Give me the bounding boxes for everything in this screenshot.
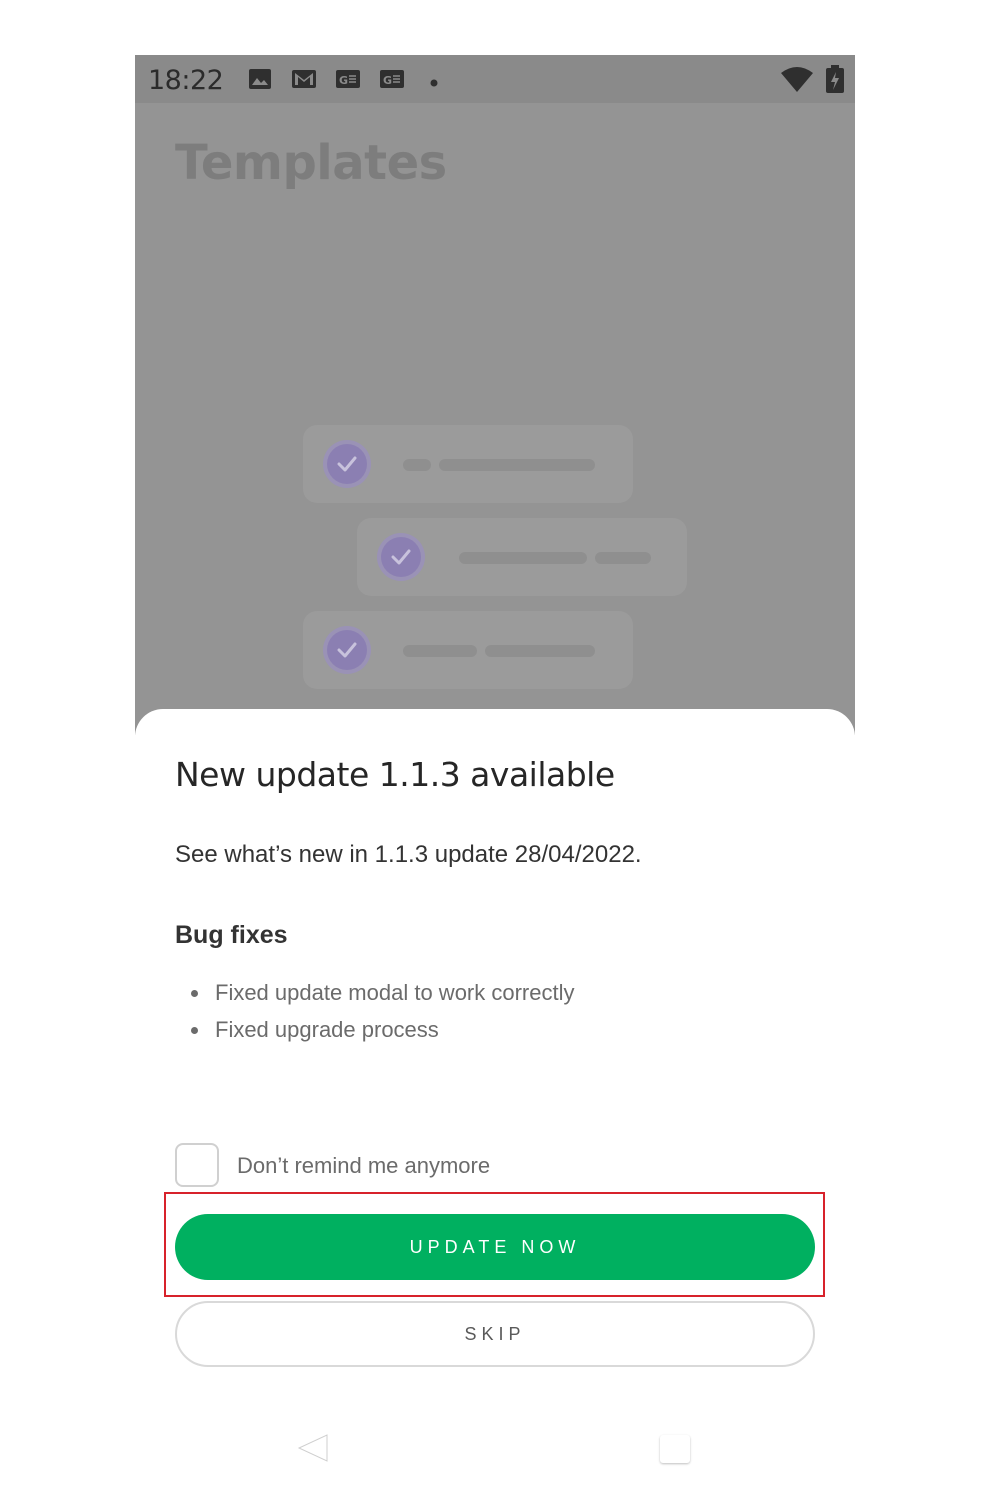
status-bar: 18:22 G G: [135, 55, 855, 103]
dont-remind-checkbox[interactable]: [175, 1143, 219, 1187]
gmail-icon: [291, 67, 317, 96]
update-title: New update 1.1.3 available: [175, 755, 615, 794]
dimmed-app-background[interactable]: 18:22 G G Templates: [135, 55, 855, 735]
translate-icon: G: [379, 67, 405, 96]
dot-icon: [430, 74, 438, 92]
task-card: [357, 518, 687, 596]
back-icon[interactable]: [297, 1433, 329, 1468]
battery-charging-icon: [825, 65, 845, 98]
svg-text:G: G: [383, 74, 392, 87]
section-heading: Bug fixes: [175, 921, 288, 949]
list-item: Fixed upgrade process: [175, 1014, 575, 1051]
dont-remind-label[interactable]: Don’t remind me anymore: [237, 1153, 490, 1179]
task-card: [303, 611, 633, 689]
update-now-button[interactable]: UPDATE NOW: [175, 1214, 815, 1280]
translate-icon: G: [335, 67, 361, 96]
checkmark-icon: [327, 630, 367, 670]
list-item: Fixed update modal to work correctly: [175, 977, 575, 1014]
checkmark-icon: [327, 444, 367, 484]
wifi-icon: [780, 67, 814, 98]
svg-text:G: G: [339, 74, 348, 87]
task-card: [303, 425, 633, 503]
update-bottom-sheet: New update 1.1.3 available See what’s ne…: [135, 709, 855, 1511]
image-icon: [248, 67, 272, 96]
skip-button[interactable]: SKIP: [175, 1301, 815, 1367]
checkmark-icon: [381, 537, 421, 577]
page-title: Templates: [175, 135, 447, 191]
status-time: 18:22: [148, 65, 224, 96]
update-subtitle: See what’s new in 1.1.3 update 28/04/202…: [175, 841, 642, 868]
phone-screen: 18:22 G G Templates New update 1.1.3 ava…: [135, 55, 855, 1511]
empty-state-illustration: [285, 415, 705, 745]
recent-apps-icon[interactable]: [660, 1435, 690, 1463]
changes-list: Fixed update modal to work correctly Fix…: [175, 977, 575, 1051]
